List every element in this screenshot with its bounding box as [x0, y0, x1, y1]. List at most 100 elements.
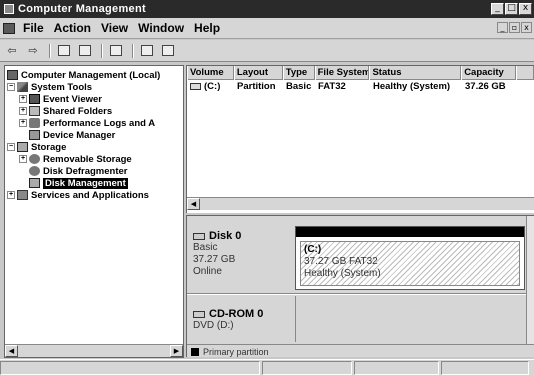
volume-list[interactable]: Volume Layout Type File System Status Ca… [186, 65, 534, 213]
close-button[interactable]: x [519, 3, 532, 15]
up-folder-icon[interactable] [55, 43, 73, 59]
list-horizontal-scrollbar[interactable]: ◀ [187, 197, 534, 210]
partition-label: (C:) [304, 244, 322, 255]
menu-window[interactable]: Window [136, 21, 192, 35]
column-header-layout[interactable]: Layout [233, 66, 283, 80]
disk-name: CD-ROM 0 [209, 308, 264, 320]
toolbar-separator [132, 43, 134, 58]
status-cell [441, 361, 529, 375]
cdrom-icon [193, 310, 205, 318]
tree-item-device-manager[interactable]: Device Manager [29, 129, 115, 141]
help-icon[interactable] [138, 43, 156, 59]
volume-icon [190, 82, 201, 90]
child-window-controls: _ ▫ x [497, 22, 532, 33]
collapse-toggle[interactable]: − [7, 143, 15, 151]
refresh-icon[interactable] [159, 43, 177, 59]
tree-item-storage[interactable]: − Storage [7, 141, 66, 153]
column-header-volume[interactable]: Volume [187, 66, 234, 80]
expand-toggle[interactable]: + [19, 155, 27, 163]
expand-toggle[interactable]: + [7, 191, 15, 199]
child-close-button[interactable]: x [521, 22, 532, 33]
maximize-button[interactable]: □ [505, 3, 518, 15]
scroll-left-arrow-icon[interactable]: ◀ [5, 345, 18, 357]
tree-item-system-tools[interactable]: − System Tools [7, 81, 92, 93]
tree-item-services-applications[interactable]: + Services and Applications [7, 189, 149, 201]
volume-list-header: Volume Layout Type File System Status Ca… [187, 66, 534, 80]
storage-icon [17, 142, 28, 152]
scroll-left-arrow-icon[interactable]: ◀ [187, 198, 200, 210]
scroll-right-arrow-icon[interactable]: ▶ [170, 345, 183, 357]
computer-icon [7, 70, 18, 80]
console-tree[interactable]: Computer Management (Local) − System Too… [4, 65, 184, 358]
forward-arrow-icon[interactable]: ⇨ [24, 43, 42, 59]
child-restore-button[interactable]: ▫ [509, 22, 520, 33]
legend-primary-label: Primary partition [203, 346, 269, 357]
tree-horizontal-scrollbar[interactable]: ◀ ▶ [5, 344, 183, 357]
partition-size: 37.27 GB FAT32 [304, 256, 378, 267]
disk-divider [187, 293, 527, 295]
disk-graphical-view[interactable]: Disk 0 Basic 37.27 GB Online (C:) 37.27 … [186, 215, 534, 357]
cell-status: Healthy (System) [373, 81, 451, 92]
cdrom-area[interactable] [295, 296, 525, 342]
toolbar: ⇦ ⇨ [0, 40, 534, 62]
minimize-button[interactable]: _ [491, 3, 504, 15]
defragmenter-icon [29, 166, 40, 176]
status-bar [0, 359, 534, 375]
menu-help[interactable]: Help [192, 21, 228, 35]
disk-management-icon [29, 178, 40, 188]
child-minimize-button[interactable]: _ [497, 22, 508, 33]
back-arrow-icon[interactable]: ⇦ [3, 43, 21, 59]
collapse-toggle[interactable]: − [7, 83, 15, 91]
window-controls: _ □ x [491, 3, 532, 15]
hard-disk-icon [193, 232, 205, 240]
tree-item-disk-management[interactable]: Disk Management [29, 177, 128, 189]
status-cell [262, 361, 352, 375]
computer-management-app-icon[interactable] [4, 4, 14, 14]
expand-toggle[interactable]: + [19, 95, 27, 103]
shared-folders-icon [29, 106, 40, 116]
legend: Primary partition [187, 344, 534, 357]
window-title: Computer Management [18, 3, 146, 15]
column-header-type[interactable]: Type [282, 66, 315, 80]
tree-item-performance-logs[interactable]: + Performance Logs and A [19, 117, 155, 129]
disk-vertical-scrollbar[interactable] [526, 216, 534, 344]
menu-action[interactable]: Action [52, 21, 99, 35]
tree-item-shared-folders[interactable]: + Shared Folders [19, 105, 112, 117]
primary-partition-bar [296, 227, 524, 237]
column-header-blank[interactable] [516, 66, 534, 80]
partition-c[interactable]: (C:) 37.27 GB FAT32 Healthy (System) [295, 226, 525, 290]
table-row[interactable]: (C:) Partition Basic FAT32 Healthy (Syst… [187, 80, 534, 93]
performance-icon [29, 118, 40, 128]
toolbar-separator [101, 43, 103, 58]
status-cell [0, 361, 260, 375]
device-manager-icon [29, 130, 40, 140]
partition-details[interactable]: (C:) 37.27 GB FAT32 Healthy (System) [300, 241, 520, 286]
menu-file[interactable]: File [21, 21, 52, 35]
column-header-status[interactable]: Status [369, 66, 462, 80]
expand-toggle[interactable]: + [19, 119, 27, 127]
tree-item-event-viewer[interactable]: + Event Viewer [19, 93, 102, 105]
menu-view[interactable]: View [99, 21, 136, 35]
menu-bar: File Action View Window Help _ ▫ x [0, 18, 534, 39]
cell-volume: (C:) [187, 81, 234, 92]
removable-storage-icon [29, 154, 40, 164]
disk-state: Online [193, 266, 222, 277]
document-window-icon[interactable] [3, 22, 15, 34]
show-hide-tree-icon[interactable] [76, 43, 94, 59]
expand-toggle[interactable]: + [19, 107, 27, 115]
primary-partition-swatch [191, 347, 199, 356]
properties-icon[interactable] [107, 43, 125, 59]
status-cell [354, 361, 439, 375]
title-bar: Computer Management _ □ x [0, 0, 534, 18]
cdrom-0-info[interactable]: CD-ROM 0 DVD (D:) [193, 308, 291, 332]
disk-0-info[interactable]: Disk 0 Basic 37.27 GB Online [193, 230, 291, 278]
tree-item-disk-defragmenter[interactable]: Disk Defragmenter [29, 165, 127, 177]
cell-layout: Partition [237, 81, 276, 92]
tree-item-removable-storage[interactable]: + Removable Storage [19, 153, 132, 165]
cell-file-system: FAT32 [318, 81, 346, 92]
column-header-file-system[interactable]: File System [314, 66, 370, 80]
disk-type: DVD (D:) [193, 320, 234, 331]
column-header-capacity[interactable]: Capacity [461, 66, 517, 80]
disk-size: 37.27 GB [193, 254, 236, 265]
tree-item-computer-management[interactable]: Computer Management (Local) [7, 69, 160, 81]
